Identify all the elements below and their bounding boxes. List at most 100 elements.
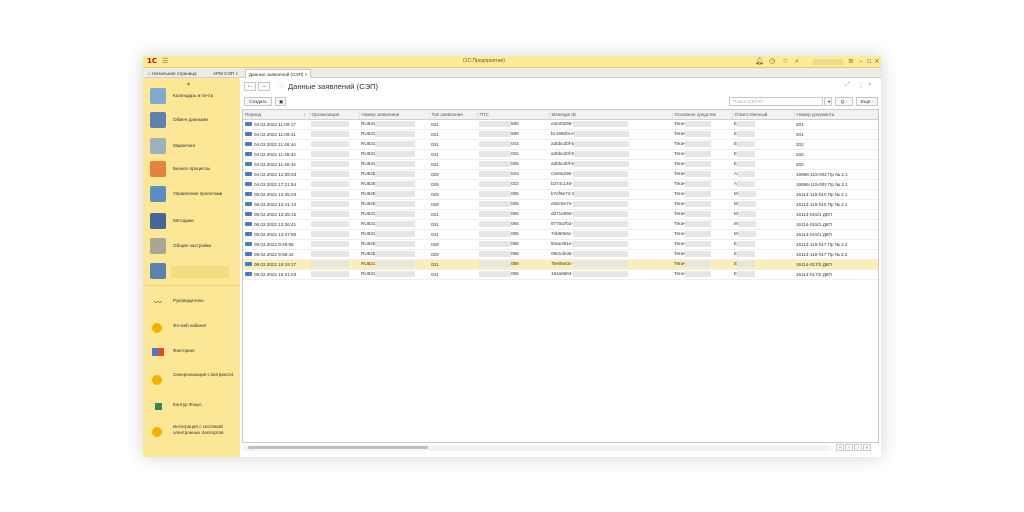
message-id-cell: e55c5e7e- [551,201,573,207]
close-icon[interactable]: × [874,57,880,65]
minimize-icon[interactable]: – [859,57,863,65]
calendar-icon [150,88,166,104]
last-page-button[interactable]: » [863,444,871,451]
search-input[interactable]: Поиск (Ctrl+F) [729,97,823,106]
period-cell: 04.02.2022 11:48:44 [254,141,296,147]
column-header[interactable]: Номер заявления [359,110,430,120]
bell-icon[interactable]: 🔔︎ [755,57,764,65]
table-row[interactable]: 04.02.2022 11:48:44 RU831 031 065 a3bbcd0f-5… [243,159,878,170]
asset-cell: Тягач [674,131,686,137]
sidebar-item-label[interactable]: Календарь и почта [173,93,235,99]
back-button[interactable]: ← [244,82,256,91]
sidebar-item-label[interactable]: Синхронизация с Битрикс24 [173,372,235,378]
column-header[interactable]: Message ID [549,110,673,120]
table-row[interactable]: 09.02.2022 16:21:03 RU831 031 088 184a6664- Т… [243,269,878,280]
table-row[interactable]: 09.02.2022 9:49:55 RU825 029 088 94ae391e- Тя… [243,239,878,250]
table-row[interactable]: 08.02.2022 12:35:33 RU825 029 065 b7ef9e74-2… [243,189,878,200]
column-header[interactable]: Основное средство [672,110,733,120]
organization-redacted [311,151,349,157]
collapse-up-icon[interactable]: ▴ [187,80,190,87]
create-button[interactable]: Создать [244,97,272,106]
pts-cell: 065 [511,211,519,217]
next-page-button[interactable]: › [854,444,862,451]
column-header[interactable]: Организация [309,110,360,120]
more-button[interactable]: Еще - [856,97,878,106]
sidebar-item-label[interactable]: Фл web кабинет [173,323,235,329]
tab-label: Данные заявлений (СЭП) [249,72,304,77]
column-header[interactable]: Ответственный [732,110,795,120]
redacted-block [479,171,511,177]
organization-redacted [311,271,349,277]
sidebar-item-label[interactable]: Бизнес-процессы [173,166,235,172]
tab-close-icon[interactable]: × [305,72,308,77]
sidebar-item-hidden[interactable] [171,266,229,278]
table-row[interactable]: 09.02.2022 9:58:42 RU825 029 088 09e1de36- Тя… [243,249,878,260]
sidebar-item-label[interactable]: Управление проектами [173,191,235,197]
period-cell: 08.02.2022 13:36:41 [254,221,297,227]
maximize-icon[interactable]: ▫ [867,57,872,65]
sidebar-item-label[interactable]: Факторинг [173,348,235,354]
sort-down-icon[interactable]: ↓ [303,112,305,117]
redacted-block [737,171,756,177]
message-id-cell: a3bbcd0f-5 [551,151,574,157]
column-header[interactable]: ПТС [477,110,550,120]
column-header[interactable]: Период ↓ [243,110,310,120]
tab-sep-data[interactable]: Данные заявлений (СЭП) × [245,69,312,78]
history-icon[interactable]: ◷ [769,57,775,65]
table-row[interactable]: 04.02.2022 11:09:41 RU831 031 688 bc1960fa-e… [243,129,878,140]
tab-arm-sep[interactable]: АРМ СЭП × [210,69,241,78]
sidebar-item-label[interactable]: Маркетинг [173,143,235,149]
tab-close-icon[interactable]: × [235,71,238,76]
redacted-block [572,261,628,267]
organization-redacted [311,121,349,127]
star-icon[interactable]: ☆ [782,57,788,65]
more-vert-icon[interactable]: ⋮ [858,82,864,89]
table-row[interactable]: 08.02.2022 12:41:14 RU825 029 065 e55c5e7e- Т… [243,199,878,210]
sidebar-item-label[interactable]: Руководителю [173,298,235,304]
column-header[interactable]: Тип заявления [429,110,478,120]
period-cell: 09.02.2022 16:19:17 [254,261,297,267]
table-row[interactable]: 08.02.2022 13:35:15 RU831 031 065 dd71e550- Т… [243,209,878,220]
link-icon[interactable]: ⤢ [845,82,850,89]
application-number-cell: RU825 [361,251,376,257]
table-row[interactable]: 09.02.2022 16:19:17 RU831 031 088 7be05e3c- Т… [243,259,878,270]
record-icon [245,162,252,167]
gears-icon [150,238,166,254]
redacted-block [685,241,712,247]
search-icon[interactable]: ⌕ [795,57,799,66]
settings-icon[interactable]: ≡ [848,57,854,65]
document-number-cell: 202 [796,161,804,167]
first-page-button[interactable]: « [836,444,844,451]
table-row[interactable]: 04.02.2022 17:21:54 RU825 029 022 b374c140- Т… [243,179,878,190]
search-button[interactable]: Q - [835,97,853,106]
forward-button[interactable]: → [258,82,270,91]
table-row[interactable]: 04.02.2022 11:48:44 RU831 031 043 a3bbcd0f-5… [243,139,878,150]
horizontal-scrollbar[interactable] [243,445,831,451]
sidebar-item-label[interactable]: Интеграция с системой электронных паспор… [173,424,235,436]
tab-label: Начальная страница [152,71,197,76]
add-copy-button[interactable]: ▣ [275,97,286,106]
prev-page-button[interactable]: ‹ [845,444,853,451]
table-row[interactable]: 04.02.2022 11:09:17 RU831 031 688 e3e20258- Т… [243,119,878,130]
scrollbar-thumb[interactable] [248,446,428,449]
favorite-star-icon[interactable]: ☆ [278,81,285,90]
table-row[interactable]: 04.02.2022 12:08:33 RU825 029 043 c2e0a290- Т… [243,169,878,180]
redacted-block [479,251,511,257]
sidebar-item-label[interactable]: Контур Фокус [173,402,235,408]
search-dropdown-button[interactable]: ▾ [824,97,832,106]
tab-home[interactable]: ⌂ Начальная страница [145,69,200,78]
table-row[interactable]: 08.02.2022 13:36:41 RU831 031 065 8770a7b3- Т… [243,219,878,230]
data-exchange-icon [150,112,166,128]
application-type-cell: 031 [431,261,439,267]
table-row[interactable]: 04.02.2022 11:48:44 RU831 031 022 a3bbcd0f-5… [243,149,878,160]
asset-cell: Тягач [674,221,686,227]
sidebar-item-label[interactable]: Обмен данными [173,117,235,123]
form-close-icon[interactable]: × [868,82,872,88]
sidebar-item-label[interactable]: Общие настройки [173,243,235,249]
sidebar-item-label[interactable]: Методики [173,218,235,224]
application-type-cell: 029 [431,191,439,197]
document-number-cell: 16896-115-002 Пр № 2.1 [796,181,848,187]
main-menu-icon[interactable]: ☰ [162,57,168,65]
column-header[interactable]: Номер документа [794,110,878,120]
table-row[interactable]: 08.02.2022 13:47:50 RU831 031 065 7eb60e5c- Т… [243,229,878,240]
